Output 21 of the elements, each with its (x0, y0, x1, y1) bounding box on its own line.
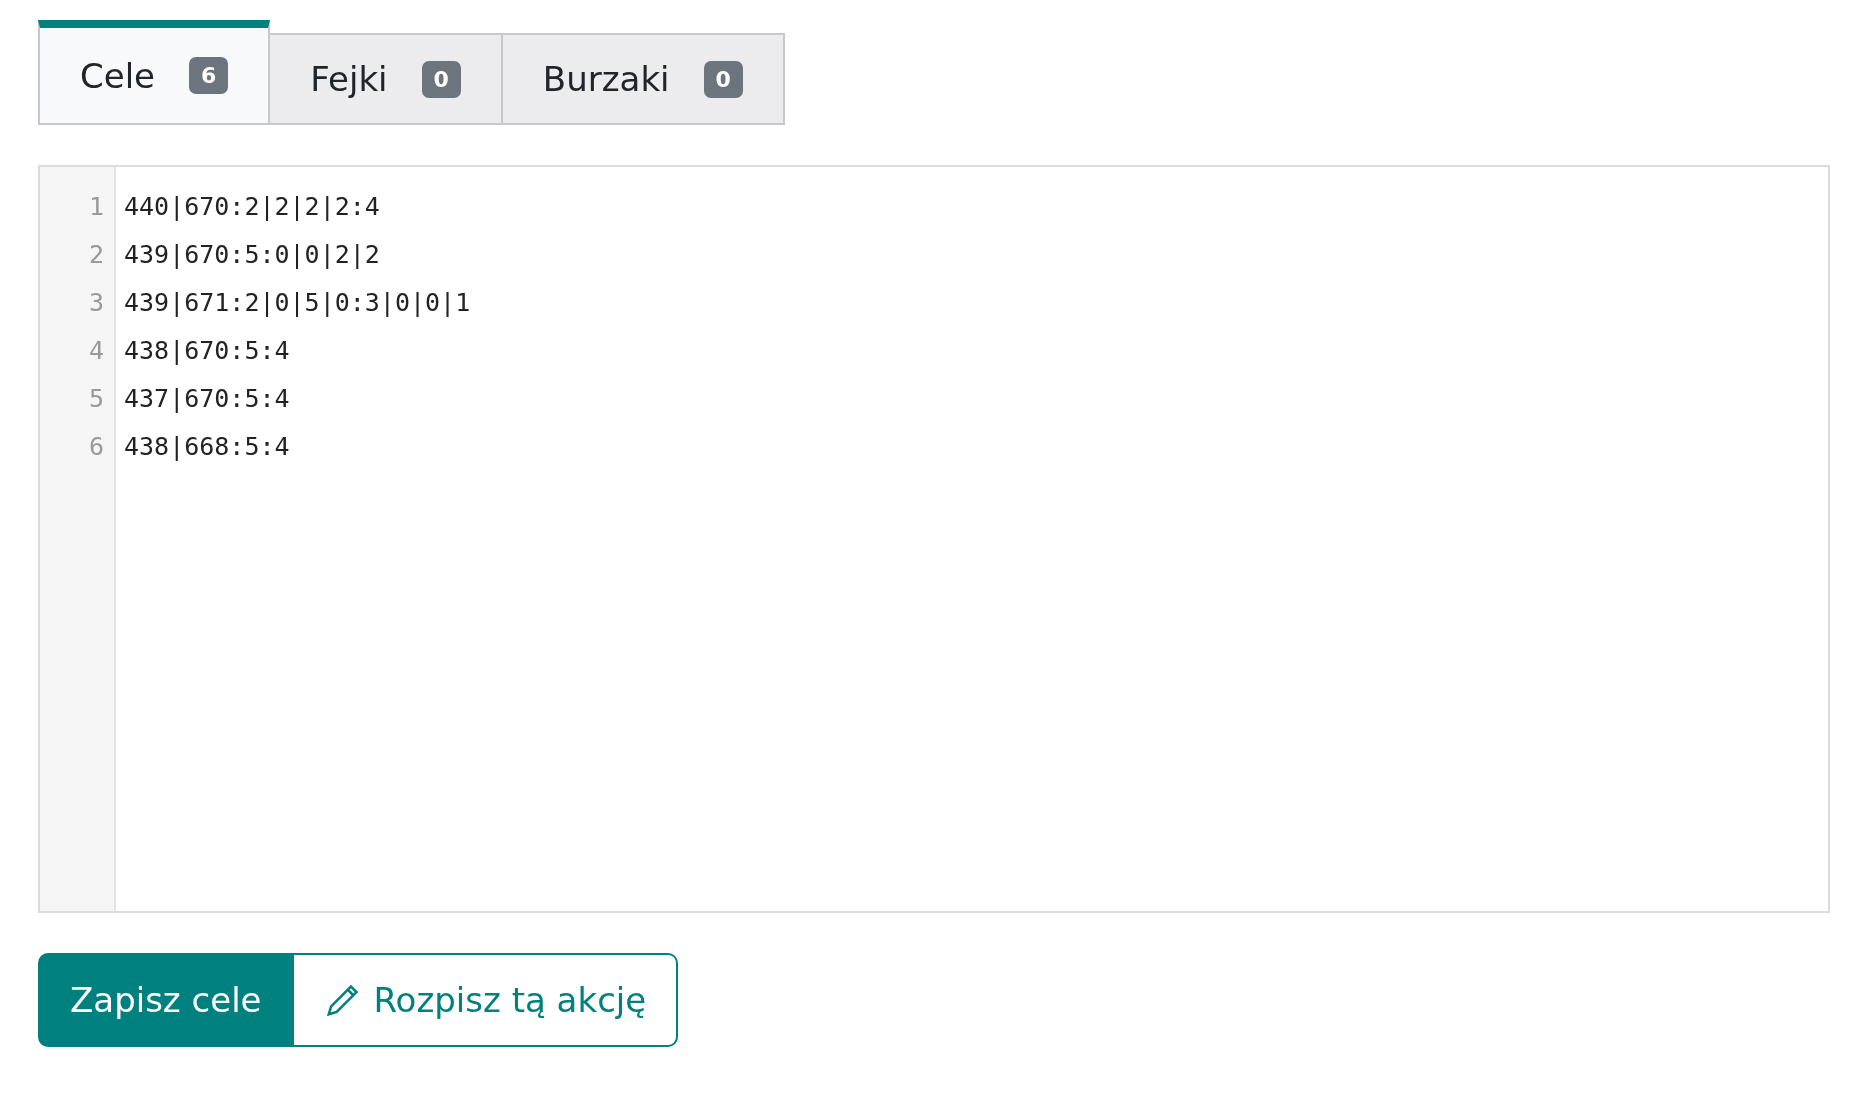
code-line: 438|670:5:4 (124, 335, 291, 367)
tab[interactable]: Burzaki 0 (500, 33, 785, 125)
line-number: 1 (87, 191, 105, 223)
code-line: 440|670:2|2|2|2:4 (124, 191, 381, 223)
save-button[interactable]: Zapisz cele (38, 953, 294, 1047)
line-number: 4 (87, 335, 105, 367)
code-line: 439|671:2|0|5|0:3|0|0|1 (124, 287, 471, 319)
code-line: 438|668:5:4 (124, 431, 291, 463)
tab[interactable]: Fejki 0 (268, 33, 503, 125)
count-badge: 6 (189, 57, 229, 94)
line-number: 6 (87, 431, 105, 463)
line-number: 3 (87, 287, 105, 319)
line-number: 2 (87, 239, 105, 271)
code-line: 439|670:5:0|0|2|2 (124, 239, 381, 271)
tab[interactable]: Cele 6 (38, 20, 271, 125)
code-line: 437|670:5:4 (124, 383, 291, 415)
count-badge: 0 (703, 60, 743, 98)
count-badge: 0 (421, 60, 461, 98)
edit-action-button[interactable]: Rozpisz tą akcję (293, 953, 679, 1047)
code-editor[interactable]: 1 2 3 4 5 6 440|670:2|2|2|2:4 439|670:5:0|0|2|2 439|671:2|0|5|0:3|0|0|1 438|670:5:4 437|670:5:4 438|668:5:4 (38, 165, 1830, 913)
line-number: 5 (87, 383, 105, 415)
